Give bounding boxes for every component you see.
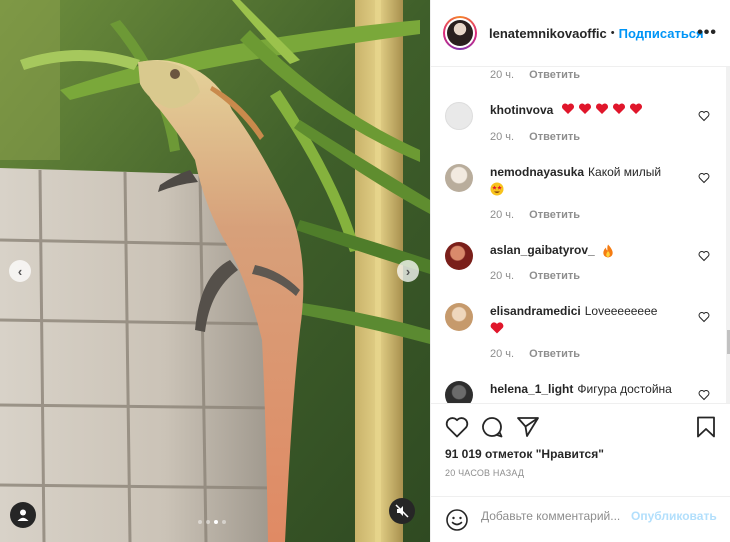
- commenter-username[interactable]: aslan_gaibatyrov_: [490, 243, 595, 257]
- like-comment-heart-icon[interactable]: [698, 389, 710, 401]
- post-actions: 91 019 отметок "Нравится" 20 ЧАСОВ НАЗАД: [431, 403, 730, 498]
- emoji-picker-icon[interactable]: [445, 508, 469, 532]
- previous-slide-button[interactable]: ‹: [9, 260, 31, 282]
- commenter-avatar[interactable]: [445, 242, 473, 270]
- red-heart-emoji-icon: [490, 322, 504, 334]
- comment-text: helena_1_light Фигура достойна: [490, 381, 685, 397]
- post-timestamp[interactable]: 20 ЧАСОВ НАЗАД: [445, 468, 524, 478]
- carousel-dot: [198, 520, 202, 524]
- comment-time: 20 ч.: [490, 69, 515, 81]
- mute-button[interactable]: [389, 498, 415, 524]
- comment-text: elisandramedici Loveeeeeeee: [490, 303, 685, 335]
- post-media[interactable]: ‹ ›: [0, 0, 430, 542]
- user-silhouette-icon: [17, 509, 29, 521]
- post-header: lenatemnikovaoffic • Подписаться •••: [431, 0, 730, 67]
- carousel-dot-active: [214, 520, 218, 524]
- comment-meta: 20 ч. Ответить: [490, 69, 580, 81]
- publish-comment-button[interactable]: Опубликовать: [631, 509, 717, 523]
- commenter-username[interactable]: helena_1_light: [490, 382, 573, 396]
- reply-button[interactable]: Ответить: [529, 209, 580, 221]
- commenter-username[interactable]: elisandramedici: [490, 304, 581, 318]
- commenter-username[interactable]: khotinvova: [490, 103, 553, 117]
- carousel-dot: [222, 520, 226, 524]
- comment-body: Фигура достойна: [577, 382, 672, 396]
- comment-meta: 20 ч. Ответить: [490, 270, 580, 282]
- comment-time: 20 ч.: [490, 270, 515, 282]
- like-comment-heart-icon[interactable]: [698, 311, 710, 323]
- lizard-photo: [0, 0, 430, 542]
- carousel-dot: [206, 520, 210, 524]
- comment-time: 20 ч.: [490, 131, 515, 143]
- header-separator: •: [610, 27, 615, 39]
- speaker-muted-icon: [395, 504, 409, 518]
- star-struck-emoji-icon: [490, 182, 504, 196]
- reply-button[interactable]: Ответить: [529, 131, 580, 143]
- user-tag-button[interactable]: [10, 502, 36, 528]
- author-username[interactable]: lenatemnikovaoffic: [489, 26, 607, 41]
- commenter-username[interactable]: nemodnayasuka: [490, 165, 584, 179]
- red-heart-emoji-icon: [561, 103, 642, 115]
- comment-body: Какой милый: [588, 165, 662, 179]
- reply-button[interactable]: Ответить: [529, 348, 580, 360]
- comment-input[interactable]: [481, 509, 631, 523]
- comment-meta: 20 ч. Ответить: [490, 209, 580, 221]
- like-comment-heart-icon[interactable]: [698, 172, 710, 184]
- comment-text: khotinvova: [490, 102, 685, 119]
- comments-list[interactable]: 20 ч. Ответить khotinvova 20 ч. Ответить…: [431, 67, 727, 403]
- add-comment-bar: Опубликовать: [431, 496, 730, 542]
- commenter-avatar[interactable]: [445, 164, 473, 192]
- next-slide-button[interactable]: ›: [397, 260, 419, 282]
- like-comment-heart-icon[interactable]: [698, 250, 710, 262]
- commenter-avatar[interactable]: [445, 303, 473, 331]
- comment-meta: 20 ч. Ответить: [490, 131, 580, 143]
- comment-meta: 20 ч. Ответить: [490, 348, 580, 360]
- follow-button[interactable]: Подписаться: [619, 26, 704, 41]
- comment-text: aslan_gaibatyrov_: [490, 242, 685, 258]
- like-heart-icon[interactable]: [445, 416, 469, 438]
- reply-button[interactable]: Ответить: [529, 270, 580, 282]
- post-sidebar: lenatemnikovaoffic • Подписаться ••• 20 …: [430, 0, 730, 542]
- commenter-avatar[interactable]: [445, 381, 473, 403]
- comment-body: Loveeeeeeee: [584, 304, 658, 318]
- fire-emoji-icon: [603, 244, 613, 258]
- reply-button[interactable]: Ответить: [529, 69, 580, 81]
- comment-text: nemodnayasuka Какой милый: [490, 164, 685, 196]
- commenter-avatar[interactable]: [445, 102, 473, 130]
- share-paper-plane-icon[interactable]: [516, 416, 540, 438]
- comment-time: 20 ч.: [490, 348, 515, 360]
- carousel-indicator: [198, 520, 226, 524]
- like-comment-heart-icon[interactable]: [698, 110, 710, 122]
- likes-count[interactable]: 91 019 отметок "Нравится": [445, 447, 604, 461]
- heart-emoji-row: [561, 102, 645, 119]
- author-avatar[interactable]: [443, 16, 477, 50]
- more-options-icon[interactable]: •••: [697, 24, 717, 42]
- comment-time: 20 ч.: [490, 209, 515, 221]
- save-bookmark-icon[interactable]: [696, 416, 716, 438]
- comment-bubble-icon[interactable]: [480, 416, 504, 438]
